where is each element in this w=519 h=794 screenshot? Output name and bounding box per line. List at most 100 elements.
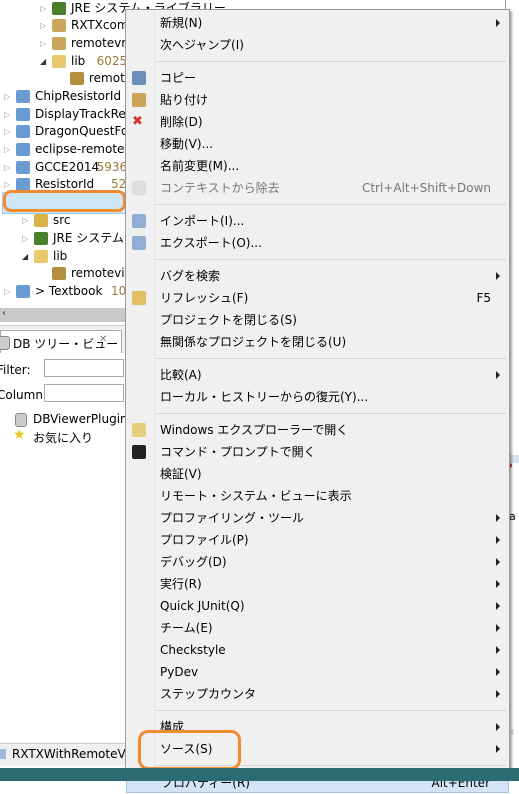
tab-db-tree-view[interactable]: DB ツリー・ビュー ✕ xyxy=(0,330,122,355)
menu-item[interactable]: 移動(V)... xyxy=(126,133,509,155)
library-icon xyxy=(52,2,66,15)
menu-item-label: コピー xyxy=(160,71,197,85)
menu-item[interactable]: Checkstyle xyxy=(126,639,509,661)
menu-item[interactable]: バグを検索 xyxy=(126,265,509,287)
menu-item[interactable]: 次へジャンプ(I) xyxy=(126,34,509,56)
project-warning-icon xyxy=(16,125,30,138)
source-folder-icon xyxy=(34,214,48,227)
menu-item-label: コマンド・プロンプトで開く xyxy=(160,445,316,459)
menu-item[interactable]: エクスポート(O)... xyxy=(126,232,509,254)
menu-item[interactable]: チーム(E) xyxy=(126,617,509,639)
menu-item[interactable]: 貼り付け xyxy=(126,89,509,111)
submenu-arrow-icon xyxy=(496,745,500,753)
menu-item[interactable]: コピー xyxy=(126,67,509,89)
column-input[interactable] xyxy=(44,384,124,402)
project-icon xyxy=(16,161,30,174)
jar-icon xyxy=(52,19,66,32)
menu-item[interactable]: 実行(R) xyxy=(126,573,509,595)
tree-item[interactable]: ◢ lib xyxy=(0,247,126,265)
tree-item-label: lib xyxy=(71,54,86,68)
menu-item[interactable]: プロファイリング・ツール xyxy=(126,507,509,529)
menu-item[interactable]: ローカル・ヒストリーからの復元(Y)... xyxy=(126,386,509,408)
collapse-icon[interactable]: ◢ xyxy=(22,253,30,261)
close-tab-icon[interactable]: ✕ xyxy=(99,334,107,345)
menu-item[interactable]: PyDev xyxy=(126,661,509,683)
menu-item[interactable]: インポート(I)... xyxy=(126,210,509,232)
menu-item[interactable]: 比較(A) xyxy=(126,364,509,386)
tree-item[interactable]: remotevi xyxy=(0,264,126,282)
expand-icon[interactable]: ▷ xyxy=(4,111,12,119)
tree-item[interactable]: ▷ RXTXcomm. xyxy=(0,16,144,34)
menu-item[interactable]: Windows エクスプローラーで開く xyxy=(126,419,509,441)
package-explorer: ▷ JRE システム・ライブラリー ▷ RXTXcomm. ▷ remotevmla ◢ li… xyxy=(0,0,226,781)
folder-icon xyxy=(52,55,66,68)
filter-input[interactable] xyxy=(44,359,124,377)
expand-icon[interactable]: ▷ xyxy=(22,235,30,243)
expand-icon[interactable]: ▷ xyxy=(40,5,48,13)
tree-item[interactable]: ▷ JRE システム・ライブラリー xyxy=(0,0,226,17)
menu-item[interactable]: リフレッシュ(F) F5 xyxy=(126,287,509,309)
menu-item[interactable]: プロファイル(P) xyxy=(126,529,509,551)
menu-item-label: 実行(R) xyxy=(160,577,202,591)
tree-item[interactable]: ▷ ChipResistorId xyxy=(0,87,126,105)
tree-item[interactable]: ▷ remotevmla xyxy=(0,34,144,52)
star-icon: ★ xyxy=(13,427,26,443)
database-icon xyxy=(0,336,10,350)
status-selected-item: RXTXWithRemoteV xyxy=(12,747,126,761)
menu-item[interactable]: ✖ 削除(D) xyxy=(126,111,509,133)
expand-icon[interactable]: ▷ xyxy=(40,22,48,30)
horizontal-scrollbar[interactable]: ‹ xyxy=(0,308,126,322)
tree-item-label: > Textbook xyxy=(35,284,103,298)
menu-item[interactable]: デバッグ(D) xyxy=(126,551,509,573)
remove-context-icon xyxy=(132,181,146,195)
expand-icon[interactable]: ▷ xyxy=(4,128,12,136)
menu-item[interactable]: 検証(V) xyxy=(126,463,509,485)
expand-icon[interactable]: ▷ xyxy=(22,217,30,225)
scroll-left-icon[interactable]: ‹ xyxy=(2,308,6,319)
menu-item[interactable]: リモート・システム・ビューに表示 xyxy=(126,485,509,507)
context-menu: 新規(N) 次へジャンプ(I) コピー貼り付け ✖ 削除(D) 移動(V)... 名前変更(… xyxy=(125,9,510,793)
tree-item[interactable]: ▷ DragonQuestFo xyxy=(0,122,128,140)
expand-icon[interactable]: ▷ xyxy=(4,288,12,296)
expand-icon[interactable]: ▷ xyxy=(4,93,12,101)
tree-item[interactable]: ◢ lib 6025 xyxy=(0,52,127,70)
scroll-left-icon[interactable]: ‹ xyxy=(510,725,515,739)
submenu-arrow-icon xyxy=(496,690,500,698)
submenu-arrow-icon xyxy=(496,723,500,731)
menu-item-label: ステップカウンタ xyxy=(160,687,257,701)
project-icon xyxy=(16,143,30,156)
folder-icon xyxy=(34,250,48,263)
menu-item[interactable]: 無関係なプロジェクトを閉じる(U) xyxy=(126,331,509,353)
menu-item[interactable]: プロジェクトを閉じる(S) xyxy=(126,309,509,331)
submenu-arrow-icon xyxy=(496,602,500,610)
menu-separator xyxy=(156,259,506,260)
tree-item-label: DisplayTrackRe xyxy=(35,107,126,121)
tree-item[interactable]: ▷ eclipse-remote- xyxy=(0,140,129,158)
menu-item[interactable]: 新規(N) xyxy=(126,12,509,34)
menu-item-label: プロファイリング・ツール xyxy=(160,511,305,525)
tree-item[interactable]: remotevi xyxy=(0,69,143,87)
expand-icon[interactable]: ▷ xyxy=(40,40,48,48)
menu-item[interactable]: Quick JUnit(Q) xyxy=(126,595,509,617)
menu-item-label: 削除(D) xyxy=(160,115,203,129)
menu-item[interactable]: ステップカウンタ xyxy=(126,683,509,705)
library-icon xyxy=(34,232,48,245)
menu-item[interactable]: コマンド・プロンプトで開く xyxy=(126,441,509,463)
tree-item-label: eclipse-remote- xyxy=(35,142,129,156)
menu-item[interactable]: 名前変更(M)... xyxy=(126,155,509,177)
submenu-arrow-icon xyxy=(496,646,500,654)
menu-item-label: 新規(N) xyxy=(160,16,203,30)
status-row: RXTXWithRemoteV xyxy=(0,743,126,766)
tree-item[interactable]: ▷ > Textbook 105 xyxy=(0,282,134,300)
expand-icon[interactable]: ▷ xyxy=(4,164,12,172)
collapse-icon[interactable]: ◢ xyxy=(40,58,48,66)
tree-item[interactable]: ▷ GCCE2014 5936 xyxy=(0,158,127,176)
menu-item-label: 貼り付け xyxy=(160,93,209,107)
tree-item[interactable]: ▷ DisplayTrackRe xyxy=(0,105,126,123)
export-icon xyxy=(132,236,146,250)
menu-item-label: チーム(E) xyxy=(160,621,213,635)
project-warning-icon xyxy=(16,90,30,103)
expand-icon[interactable]: ▷ xyxy=(4,146,12,154)
tree-item[interactable]: ▷ JRE システム・ラ xyxy=(0,229,148,247)
expand-icon[interactable]: ▷ xyxy=(4,181,12,189)
